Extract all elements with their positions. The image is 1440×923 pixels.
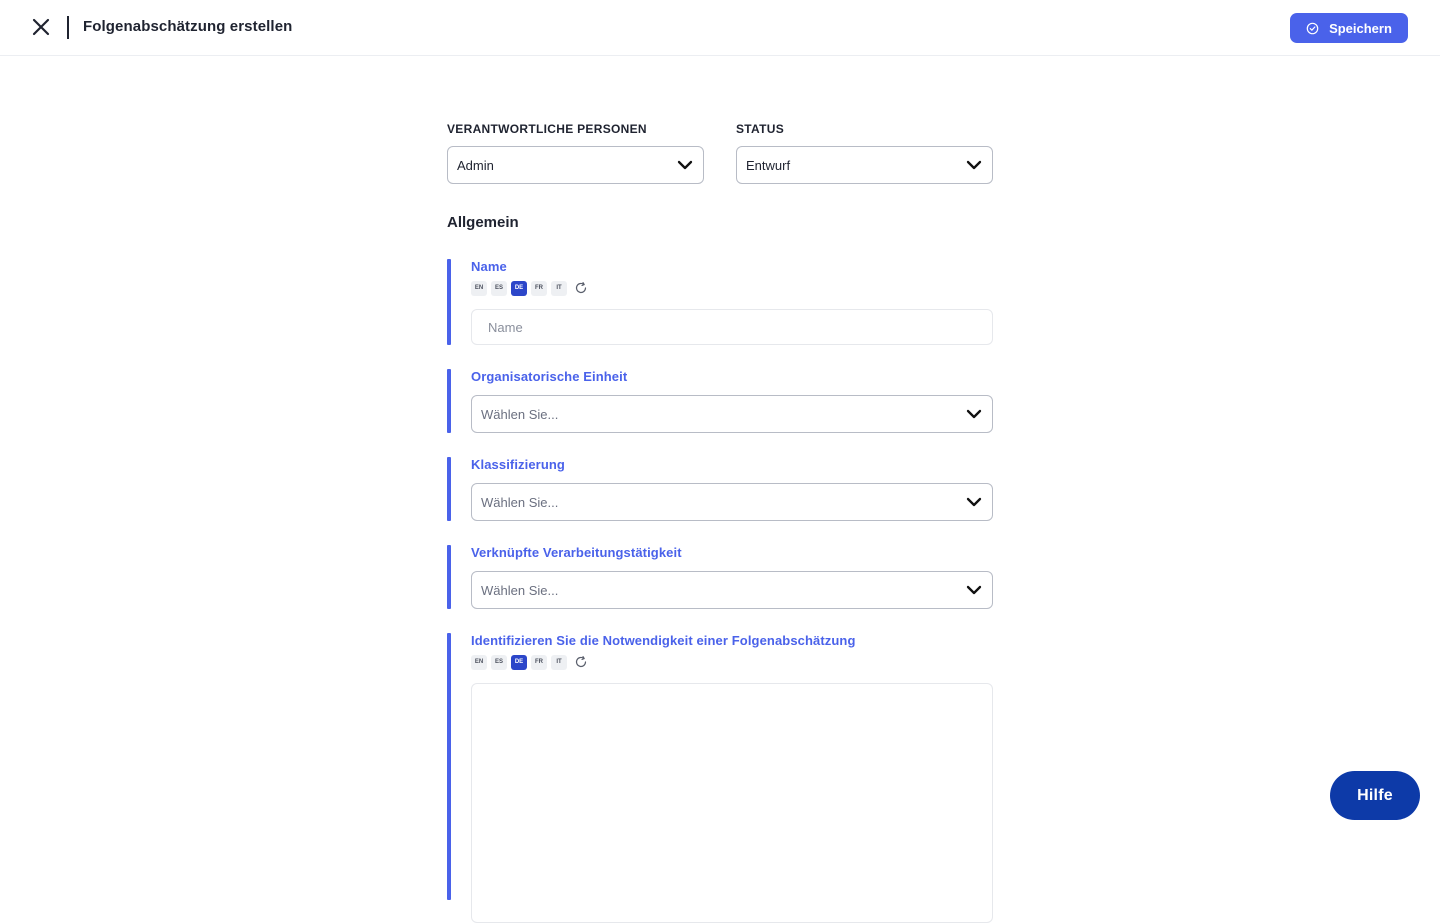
field-accent-bar: [447, 633, 451, 900]
save-button[interactable]: Speichern: [1290, 13, 1408, 43]
classification-group: Klassifizierung Wählen Sie...: [447, 457, 993, 521]
name-group: Name EN ES DE FR IT Name: [447, 259, 993, 345]
title-divider: [67, 16, 69, 39]
language-switcher: EN ES DE FR IT: [471, 654, 993, 670]
org-unit-label: Organisatorische Einheit: [471, 369, 628, 384]
necessity-textarea[interactable]: [471, 683, 993, 923]
org-unit-placeholder: Wählen Sie...: [481, 406, 559, 422]
refresh-icon[interactable]: [574, 655, 588, 669]
top-bar: Folgenabschätzung erstellen Speichern: [0, 0, 1440, 56]
lang-tab-de[interactable]: DE: [511, 654, 527, 670]
status-value: Entwurf: [746, 157, 791, 173]
lang-tab-en[interactable]: EN: [471, 280, 487, 296]
linked-activity-select[interactable]: Wählen Sie...: [471, 571, 993, 609]
section-title-general: Allgemein: [447, 214, 519, 231]
name-input[interactable]: Name: [471, 309, 993, 345]
name-label: Name: [471, 259, 507, 274]
linked-activity-group: Verknüpfte Verarbeitungstätigkeit Wählen…: [447, 545, 993, 609]
necessity-group: Identifizieren Sie die Notwendigkeit ein…: [447, 633, 993, 923]
status-field: STATUS Entwurf: [736, 121, 993, 184]
lang-tab-it[interactable]: IT: [551, 280, 567, 296]
lang-tab-en[interactable]: EN: [471, 654, 487, 670]
field-accent-bar: [447, 457, 451, 521]
responsible-persons-select[interactable]: Admin: [447, 146, 704, 184]
language-switcher: EN ES DE FR IT: [471, 280, 993, 296]
lang-tab-it[interactable]: IT: [551, 654, 567, 670]
org-unit-group: Organisatorische Einheit Wählen Sie...: [447, 369, 993, 433]
org-unit-select[interactable]: Wählen Sie...: [471, 395, 993, 433]
lang-tab-fr[interactable]: FR: [531, 280, 547, 296]
chevron-down-icon: [677, 160, 693, 170]
status-label: STATUS: [736, 122, 785, 136]
lang-tab-de[interactable]: DE: [511, 280, 527, 296]
field-accent-bar: [447, 259, 451, 345]
chevron-down-icon: [966, 409, 982, 419]
necessity-label: Identifizieren Sie die Notwendigkeit ein…: [471, 633, 856, 648]
page-title: Folgenabschätzung erstellen: [83, 18, 293, 35]
classification-placeholder: Wählen Sie...: [481, 494, 559, 510]
help-button[interactable]: Hilfe: [1330, 771, 1420, 820]
responsible-persons-field: VERANTWORTLICHE PERSONEN Admin: [447, 121, 704, 184]
status-select[interactable]: Entwurf: [736, 146, 993, 184]
refresh-icon[interactable]: [574, 281, 588, 295]
lang-tab-es[interactable]: ES: [491, 654, 507, 670]
chevron-down-icon: [966, 160, 982, 170]
linked-activity-label: Verknüpfte Verarbeitungstätigkeit: [471, 545, 682, 560]
close-icon[interactable]: [30, 16, 52, 38]
classification-label: Klassifizierung: [471, 457, 565, 472]
classification-select[interactable]: Wählen Sie...: [471, 483, 993, 521]
responsible-persons-value: Admin: [457, 157, 494, 173]
lang-tab-fr[interactable]: FR: [531, 654, 547, 670]
chevron-down-icon: [966, 497, 982, 507]
responsible-persons-label: VERANTWORTLICHE PERSONEN: [447, 122, 647, 136]
lang-tab-es[interactable]: ES: [491, 280, 507, 296]
field-accent-bar: [447, 369, 451, 433]
save-button-label: Speichern: [1329, 20, 1392, 36]
top-fields: VERANTWORTLICHE PERSONEN Admin STATUS En…: [447, 121, 993, 185]
field-accent-bar: [447, 545, 451, 609]
chevron-down-icon: [966, 585, 982, 595]
linked-activity-placeholder: Wählen Sie...: [481, 582, 559, 598]
check-circle-icon: [1306, 22, 1319, 34]
